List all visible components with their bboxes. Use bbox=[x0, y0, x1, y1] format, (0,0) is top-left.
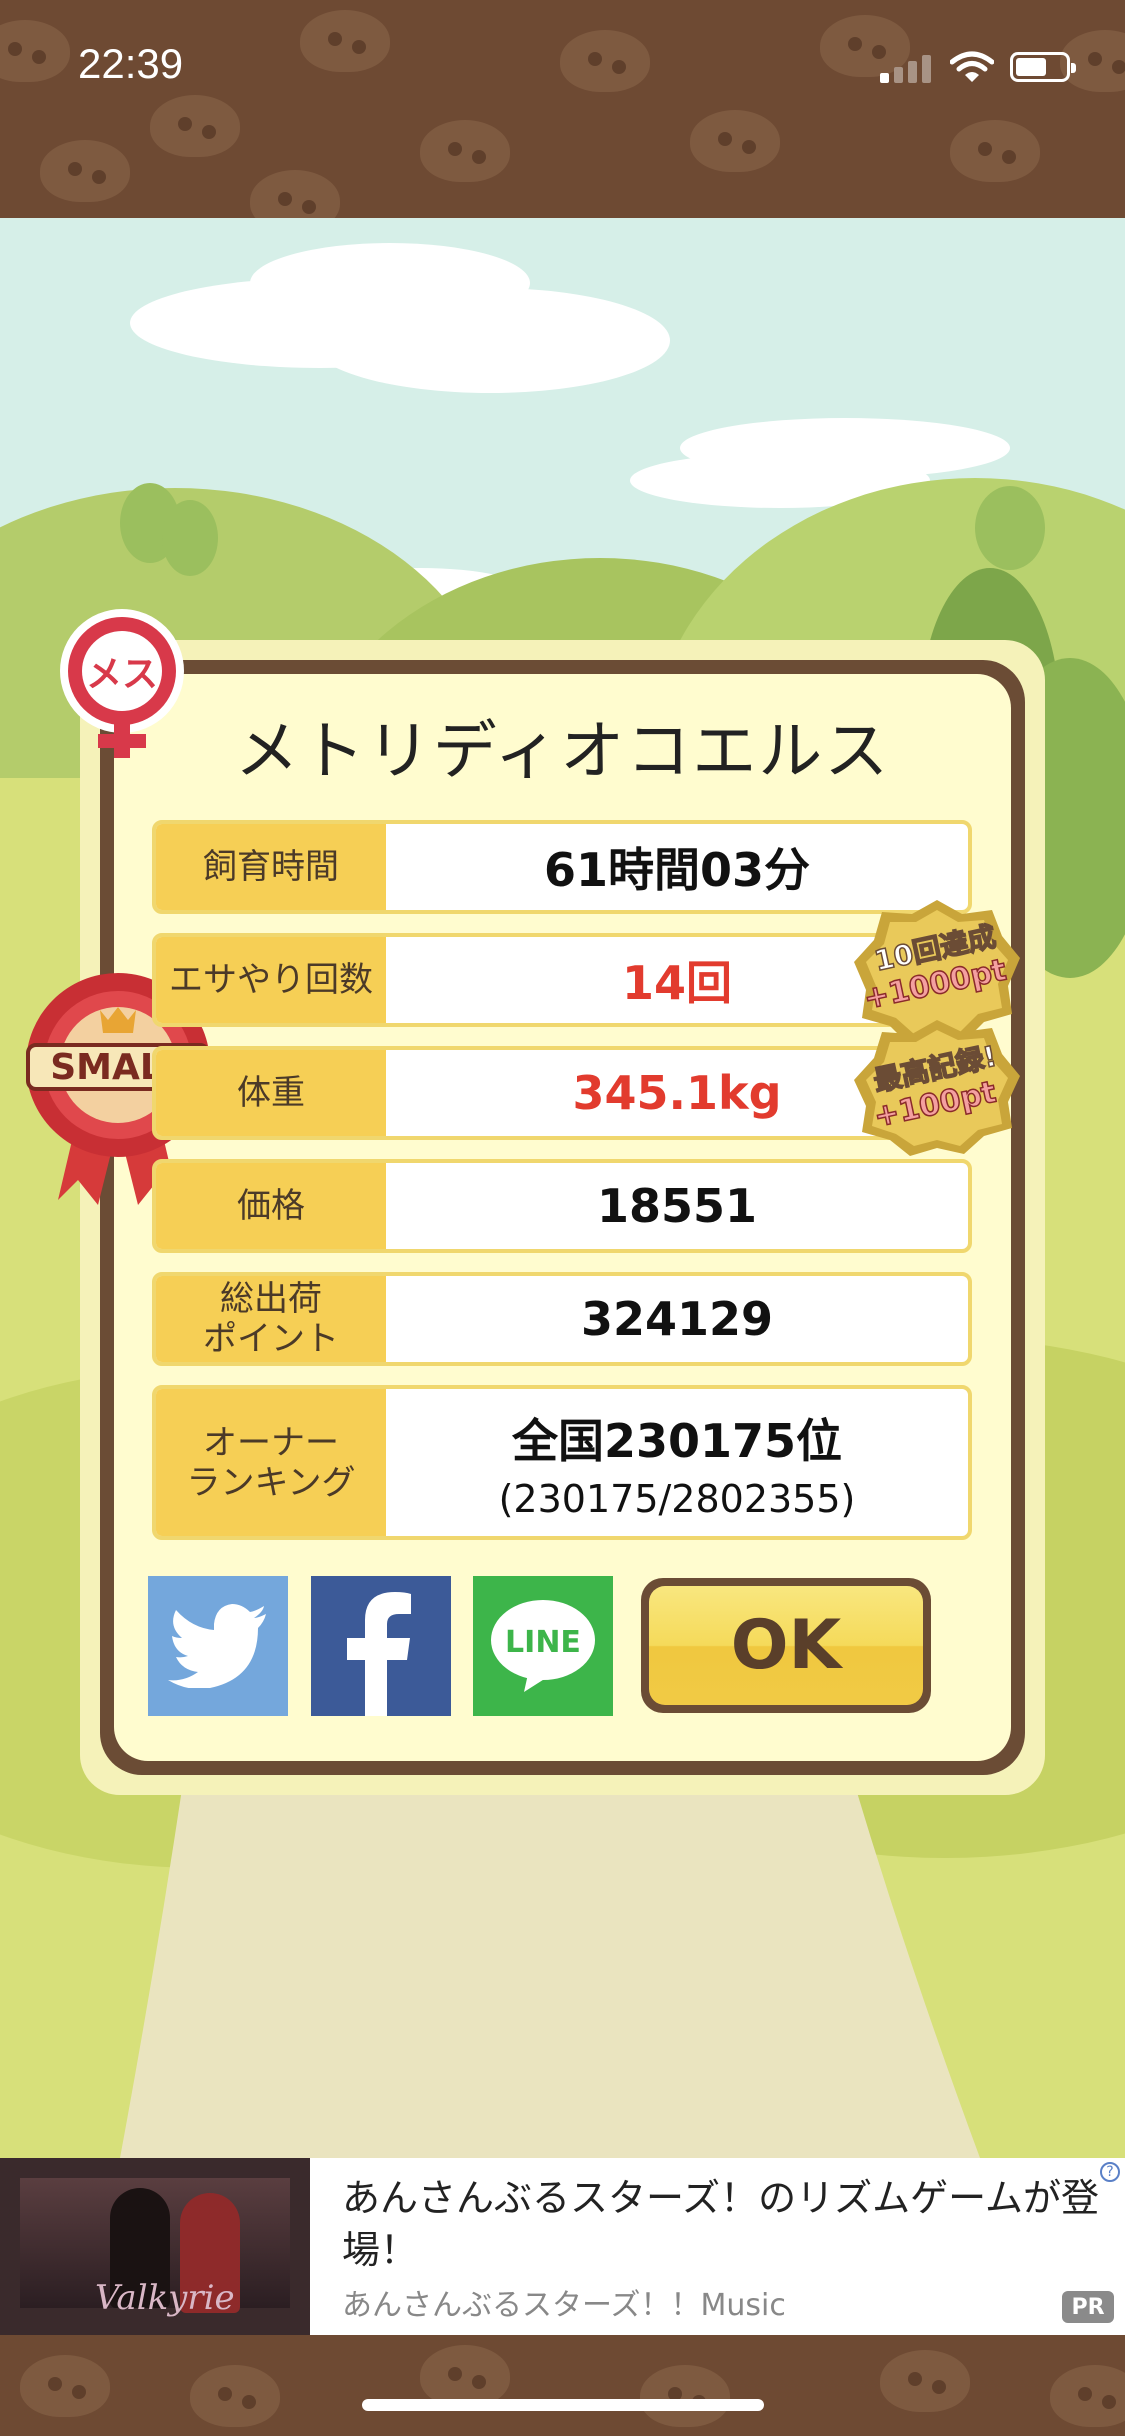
ranking-detail: (230175/2802355) bbox=[498, 1476, 856, 1521]
line-share-button[interactable]: LINE bbox=[473, 1576, 613, 1716]
stat-label: 飼育時間 bbox=[156, 824, 386, 910]
stat-value: 324129 bbox=[580, 1292, 774, 1346]
stat-label: 体重 bbox=[156, 1050, 386, 1136]
ok-button[interactable]: OK bbox=[641, 1578, 931, 1713]
status-bar bbox=[0, 0, 1125, 218]
stat-value: 18551 bbox=[596, 1179, 758, 1233]
home-indicator[interactable] bbox=[362, 2399, 764, 2411]
stat-row-shipping-points: 総出荷 ポイント 324129 bbox=[152, 1272, 972, 1366]
status-time: 22:39 bbox=[78, 40, 184, 87]
female-mesu-icon: メス bbox=[60, 609, 184, 758]
gender-text: メス bbox=[86, 654, 158, 695]
ranking-national: 全国230175位 bbox=[511, 1413, 843, 1468]
ad-image[interactable]: Valkyrie bbox=[0, 2158, 310, 2335]
stat-label: エサやり回数 bbox=[156, 937, 386, 1023]
creature-name-title: メトリディオコエルス bbox=[234, 715, 891, 789]
stat-row-owner-ranking: オーナー ランキング 全国230175位 (230175/2802355) bbox=[152, 1385, 972, 1540]
cellular-signal-icon bbox=[880, 55, 931, 83]
ok-button-label: OK bbox=[649, 1586, 923, 1705]
line-label: LINE bbox=[505, 1625, 581, 1660]
bottom-bar bbox=[0, 2335, 1125, 2436]
facebook-share-button[interactable] bbox=[311, 1576, 451, 1716]
stat-label: 価格 bbox=[156, 1163, 386, 1249]
stat-label: 総出荷 ポイント bbox=[156, 1276, 386, 1362]
stat-row-weight: 体重 345.1kg bbox=[152, 1046, 972, 1140]
ad-info-icon[interactable]: ? bbox=[1100, 2162, 1120, 2182]
ad-pr-badge: PR bbox=[1062, 2291, 1114, 2323]
line-icon: LINE bbox=[491, 1600, 595, 1692]
wifi-icon bbox=[950, 51, 994, 82]
stat-label: オーナー ランキング bbox=[156, 1389, 386, 1536]
stat-row-feed-count: エサやり回数 14回 bbox=[152, 933, 972, 1027]
twitter-share-button[interactable] bbox=[148, 1576, 288, 1716]
twitter-icon bbox=[168, 1604, 266, 1688]
facebook-icon bbox=[347, 1592, 411, 1716]
stat-value: 全国230175位 (230175/2802355) bbox=[386, 1389, 968, 1536]
bonus-badges: 10回達成 +1000pt 最高記録! +100pt bbox=[854, 900, 1020, 1156]
ad-image-text: Valkyrie bbox=[95, 2278, 235, 2318]
stat-row-breeding-time: 飼育時間 61時間03分 bbox=[152, 820, 972, 914]
ad-subtitle: あんさんぶるスターズ！！Music bbox=[342, 2288, 786, 2323]
battery-icon bbox=[1010, 52, 1076, 82]
stat-row-price: 価格 18551 bbox=[152, 1159, 972, 1253]
ad-title[interactable]: あんさんぶるスターズ！のリズムゲームが登場！ bbox=[342, 2172, 1102, 2276]
